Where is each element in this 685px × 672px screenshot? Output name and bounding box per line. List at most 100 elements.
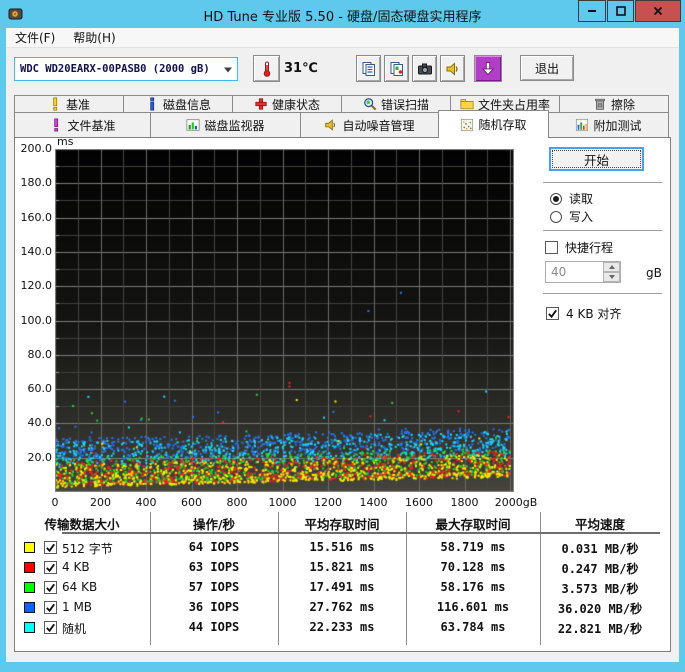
tab-3-row1[interactable]: 健康状态 xyxy=(232,95,342,113)
series-checkbox[interactable] xyxy=(44,561,57,574)
close-icon xyxy=(653,6,663,16)
exit-button[interactable]: 退出 xyxy=(520,55,574,81)
tab-label: 基准 xyxy=(65,97,90,112)
tab-3-row2[interactable]: 自动噪音管理 xyxy=(300,112,439,138)
menu-file[interactable]: 文件(F) xyxy=(6,27,64,48)
sound-button[interactable] xyxy=(440,55,465,82)
series-color-swatch xyxy=(24,562,35,573)
tab-label: 健康状态 xyxy=(271,97,320,112)
table-cell-max_access: 70.128 ms xyxy=(440,560,506,574)
short-stroke-capacity-input[interactable]: 40 xyxy=(545,261,621,283)
series-checkbox[interactable] xyxy=(44,581,57,594)
series-color-swatch xyxy=(24,602,35,613)
table-header-5: 平均速度 xyxy=(574,517,625,532)
disk-monitor-icon xyxy=(186,118,200,132)
aam-icon xyxy=(324,118,338,132)
minimize-button[interactable] xyxy=(578,0,606,22)
tab-4-row2[interactable]: 随机存取 xyxy=(438,110,549,138)
checkbox-unchecked-icon xyxy=(545,241,558,254)
tab-1-row1[interactable]: 基准 xyxy=(14,95,124,113)
y-axis-tick-label: 40.0 xyxy=(27,416,53,430)
menu-bar: 文件(F) 帮助(H) xyxy=(6,28,679,48)
drive-select-value: WDC WD20EARX-00PASB0 (2000 gB) xyxy=(20,63,210,75)
series-label: 4 KB xyxy=(62,560,90,574)
table-cell-avg_speed: 22.821 MB/秒 xyxy=(557,622,643,636)
screenshot-button[interactable] xyxy=(412,55,437,82)
x-axis-tick-label: 2000gB xyxy=(494,496,538,509)
table-cell-avg_access: 27.762 ms xyxy=(309,600,375,614)
spin-down-button[interactable] xyxy=(603,272,620,282)
disk-info-icon xyxy=(145,97,159,111)
table-cell-iops: 57 IOPS xyxy=(188,580,240,594)
table-cell-iops: 44 IOPS xyxy=(188,620,240,634)
table-header-divider xyxy=(62,532,660,534)
table-cell-iops: 63 IOPS xyxy=(188,560,240,574)
menu-help[interactable]: 帮助(H) xyxy=(64,27,124,48)
series-color-swatch xyxy=(24,622,35,633)
y-axis-tick-label: 100.0 xyxy=(20,313,53,327)
maximize-icon xyxy=(615,6,626,16)
table-cell-max_access: 58.719 ms xyxy=(440,540,506,554)
table-header-1: 传输数据大小 xyxy=(44,517,120,532)
folder-usage-icon xyxy=(460,97,474,111)
series-color-swatch xyxy=(24,542,35,553)
camera-icon xyxy=(417,61,433,77)
series-label: 512 字节 xyxy=(62,542,113,556)
series-label: 随机 xyxy=(62,622,87,636)
short-stroke-label: 快捷行程 xyxy=(565,241,614,255)
separator xyxy=(543,182,662,184)
temperature-button[interactable] xyxy=(253,55,280,82)
tab-5-row2[interactable]: 附加测试 xyxy=(548,112,669,138)
table-cell-avg_access: 15.516 ms xyxy=(309,540,375,554)
hdtune-window: HD Tune 专业版 5.50 - 硬盘/固态硬盘实用程序 文件(F) 帮助(… xyxy=(0,0,685,672)
separator xyxy=(543,230,662,232)
table-cell-max_access: 63.784 ms xyxy=(440,620,506,634)
sound-icon xyxy=(445,61,461,77)
series-checkbox[interactable] xyxy=(44,601,57,614)
radio-unselected-icon xyxy=(550,210,562,223)
y-axis-tick-label: 140.0 xyxy=(20,244,53,258)
table-cell-max_access: 58.176 ms xyxy=(440,580,506,594)
tab-6-row1[interactable]: 擦除 xyxy=(559,95,669,113)
health-icon xyxy=(254,97,268,111)
thermometer-icon xyxy=(259,61,275,77)
table-cell-avg_speed: 36.020 MB/秒 xyxy=(557,602,643,616)
read-radio[interactable]: 读取 xyxy=(550,190,593,207)
minimize-icon xyxy=(587,6,597,16)
maximize-button[interactable] xyxy=(607,0,634,22)
exit-button-label: 退出 xyxy=(534,61,559,76)
checkbox-checked-icon xyxy=(546,307,559,320)
save-button[interactable] xyxy=(474,55,502,82)
copy-text-button[interactable] xyxy=(356,55,381,82)
start-button[interactable]: 开始 xyxy=(549,147,644,171)
write-radio[interactable]: 写入 xyxy=(550,208,593,225)
y-axis-tick-label: 120.0 xyxy=(20,279,53,293)
table-cell-avg_speed: 0.031 MB/秒 xyxy=(561,542,639,556)
spin-up-button[interactable] xyxy=(603,262,620,272)
y-axis-tick-label: 180.0 xyxy=(20,176,53,190)
series-label: 1 MB xyxy=(62,600,93,614)
table-cell-avg_speed: 0.247 MB/秒 xyxy=(561,562,639,576)
table-header-4: 最大存取时间 xyxy=(435,517,511,532)
start-button-label: 开始 xyxy=(583,152,609,168)
series-checkbox[interactable] xyxy=(44,621,57,634)
tab-2-row2[interactable]: 磁盘监视器 xyxy=(150,112,301,138)
random-access-chart xyxy=(55,149,514,492)
table-cell-avg_access: 15.821 ms xyxy=(309,560,375,574)
tab-label: 附加测试 xyxy=(593,118,642,133)
short-stroke-checkbox[interactable]: 快捷行程 xyxy=(545,239,613,256)
y-axis-tick-label: 200.0 xyxy=(20,142,53,155)
tab-label: 磁盘信息 xyxy=(162,97,211,112)
drive-select[interactable]: WDC WD20EARX-00PASB0 (2000 gB) xyxy=(14,57,238,81)
align-4kb-checkbox[interactable]: 4 KB 对齐 xyxy=(546,305,621,322)
series-checkbox[interactable] xyxy=(44,541,57,554)
close-button[interactable] xyxy=(635,0,681,22)
tab-label: 自动噪音管理 xyxy=(342,118,415,133)
copy-text-icon xyxy=(361,61,377,77)
erase-icon xyxy=(593,97,607,111)
tab-1-row2[interactable]: 文件基准 xyxy=(14,112,151,138)
tab-4-row1[interactable]: 错误扫描 xyxy=(341,95,451,113)
y-axis-tick-label: 160.0 xyxy=(20,210,53,224)
tab-2-row1[interactable]: 磁盘信息 xyxy=(123,95,233,113)
copy-image-button[interactable] xyxy=(384,55,409,82)
